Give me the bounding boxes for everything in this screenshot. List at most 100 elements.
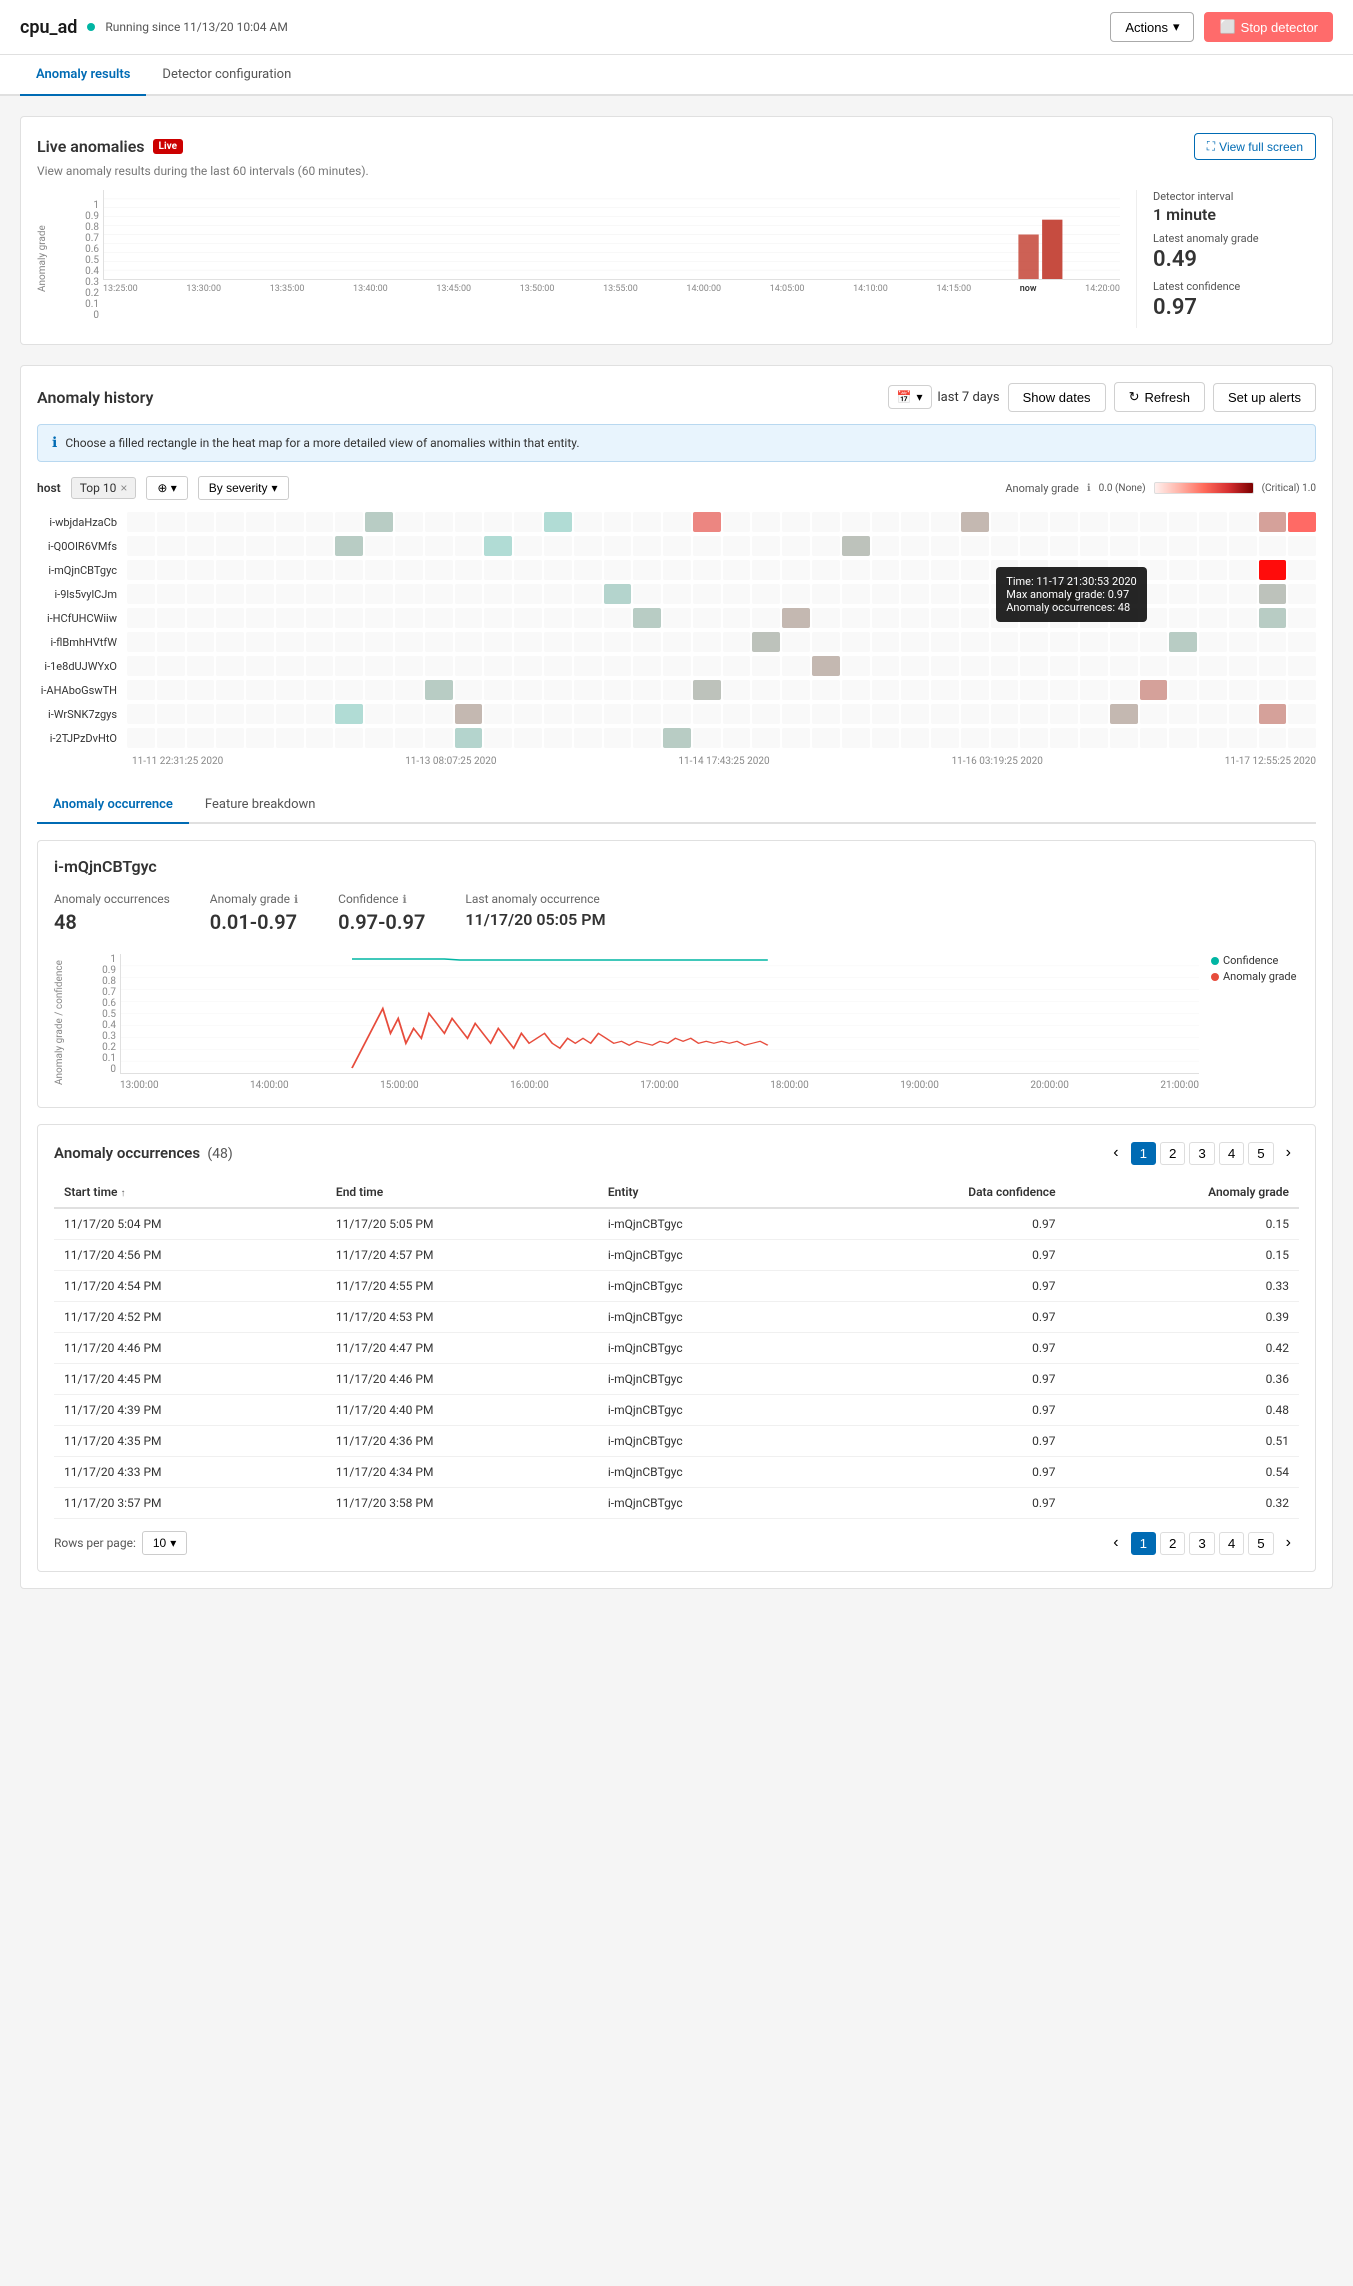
- heatmap-cell: [1020, 728, 1048, 748]
- heatmap-cell: [1140, 608, 1168, 628]
- heatmap-cell: [1080, 632, 1108, 652]
- rows-per-page-dropdown[interactable]: 10 ▾: [142, 1531, 187, 1555]
- heatmap-cell: [425, 512, 453, 532]
- heatmap-cell: [663, 584, 691, 604]
- severity-dropdown[interactable]: By severity ▾: [198, 476, 289, 500]
- heatmap-cell[interactable]: [633, 608, 661, 628]
- heatmap-cell: [931, 632, 959, 652]
- heatmap-cell[interactable]: [812, 656, 840, 676]
- heatmap-cell[interactable]: [693, 512, 721, 532]
- heatmap-cell: [604, 608, 632, 628]
- view-fullscreen-button[interactable]: ⛶ View full screen: [1194, 133, 1316, 160]
- heatmap-cell: [1169, 584, 1197, 604]
- tab-detector-configuration[interactable]: Detector configuration: [146, 55, 307, 96]
- heatmap-cell: [901, 608, 929, 628]
- actions-button[interactable]: Actions ▾: [1110, 12, 1194, 42]
- status-dot: [87, 23, 95, 31]
- heatmap-cell[interactable]: [1169, 632, 1197, 652]
- heatmap-cell[interactable]: [1259, 584, 1287, 604]
- heatmap-cell[interactable]: [335, 704, 363, 724]
- page-2-button[interactable]: 2: [1160, 1142, 1185, 1165]
- heatmap-cell[interactable]: [1140, 680, 1168, 700]
- heatmap-cell: [127, 656, 155, 676]
- entity-header: i-mQjnCBTgyc: [54, 857, 1299, 876]
- stop-detector-button[interactable]: ⬜ Stop detector: [1204, 12, 1333, 42]
- heatmap-cell[interactable]: [1288, 512, 1316, 532]
- next-page-button[interactable]: ›: [1278, 1141, 1299, 1165]
- heatmap-cell[interactable]: [544, 512, 572, 532]
- prev-page-button[interactable]: ‹: [1105, 1141, 1126, 1165]
- heatmap-cell: [633, 632, 661, 652]
- heatmap-cell: [1199, 536, 1227, 556]
- tab-anomaly-results[interactable]: Anomaly results: [20, 55, 146, 96]
- heatmap-cell: [514, 656, 542, 676]
- heatmap-cell[interactable]: [1259, 512, 1287, 532]
- next-page-button-bottom[interactable]: ›: [1278, 1531, 1299, 1555]
- heatmap-cell: [1020, 656, 1048, 676]
- heatmap-cell[interactable]: [455, 704, 483, 724]
- heatmap-cell[interactable]: [455, 728, 483, 748]
- entity-chart-container: Anomaly grade / confidence 1 0.9 0.8 0.7…: [54, 954, 1299, 1091]
- heatmap-cell: [574, 608, 602, 628]
- heatmap-cell: [514, 704, 542, 724]
- heatmap-cell[interactable]: [663, 728, 691, 748]
- show-dates-button[interactable]: Show dates: [1008, 383, 1106, 412]
- heatmap-cell[interactable]: [1110, 704, 1138, 724]
- heatmap-cell[interactable]: [335, 536, 363, 556]
- heatmap-cell: [901, 584, 929, 604]
- heatmap-cell: [842, 656, 870, 676]
- heatmap-cell[interactable]: [1259, 704, 1287, 724]
- heatmap-cell[interactable]: [365, 512, 393, 532]
- page-4-button[interactable]: 4: [1219, 1142, 1244, 1165]
- heatmap-cell: [931, 560, 959, 580]
- heatmap-cell[interactable]: [425, 680, 453, 700]
- heatmap-cell: [812, 512, 840, 532]
- heatmap-cell[interactable]: [842, 536, 870, 556]
- heatmap-cell[interactable]: [604, 584, 632, 604]
- heatmap-cell: [335, 584, 363, 604]
- tab-anomaly-occurrence[interactable]: Anomaly occurrence: [37, 787, 189, 824]
- heatmap-cell[interactable]: [782, 608, 810, 628]
- page-1-button[interactable]: 1: [1131, 1142, 1156, 1165]
- setup-alerts-button[interactable]: Set up alerts: [1213, 383, 1316, 412]
- heatmap-cell: [246, 536, 274, 556]
- tab-feature-breakdown[interactable]: Feature breakdown: [189, 787, 332, 824]
- heatmap-cell[interactable]: [693, 680, 721, 700]
- heatmap-cell: [544, 728, 572, 748]
- live-badge: Live: [153, 139, 183, 154]
- chevron-down-icon5: ▾: [170, 1536, 176, 1550]
- page-5-button[interactable]: 5: [1248, 1142, 1273, 1165]
- heatmap-cell: [752, 512, 780, 532]
- heatmap-cell: [1020, 512, 1048, 532]
- prev-page-button-bottom[interactable]: ‹: [1105, 1531, 1126, 1555]
- heatmap-cell[interactable]: [1259, 560, 1287, 580]
- heatmap-cell: [1199, 512, 1227, 532]
- page-4-button-bottom[interactable]: 4: [1219, 1532, 1244, 1555]
- heatmap-cell: [1199, 632, 1227, 652]
- heatmap-cell: [842, 632, 870, 652]
- heatmap-cell: [187, 680, 215, 700]
- heatmap-cell: [574, 728, 602, 748]
- heatmap-cell: [544, 560, 572, 580]
- heatmap-cell[interactable]: [484, 536, 512, 556]
- refresh-button[interactable]: ↻ Refresh: [1114, 382, 1205, 412]
- page-2-button-bottom[interactable]: 2: [1160, 1532, 1185, 1555]
- page-1-button-bottom[interactable]: 1: [1131, 1532, 1156, 1555]
- page-3-button-bottom[interactable]: 3: [1189, 1532, 1214, 1555]
- heatmap-cell: [1050, 512, 1078, 532]
- heatmap-cell: [127, 608, 155, 628]
- heatmap-cell[interactable]: [1050, 584, 1078, 604]
- page-5-button-bottom[interactable]: 5: [1248, 1532, 1273, 1555]
- clear-top10-button[interactable]: ×: [120, 481, 127, 495]
- heatmap-cell[interactable]: [1259, 608, 1287, 628]
- heatmap-cell: [187, 584, 215, 604]
- heatmap-cell[interactable]: [752, 632, 780, 652]
- heatmap-cell: [246, 680, 274, 700]
- heatmap-cell[interactable]: [961, 512, 989, 532]
- heatmap-cell: [514, 680, 542, 700]
- calendar-button[interactable]: 📅 ▾: [888, 385, 932, 409]
- heatmap-cell: [1050, 608, 1078, 628]
- host-dropdown[interactable]: ⊕ ▾: [146, 476, 187, 500]
- page-3-button[interactable]: 3: [1189, 1142, 1214, 1165]
- history-controls: 📅 ▾ last 7 days Show dates ↻ Refresh Set…: [888, 382, 1316, 412]
